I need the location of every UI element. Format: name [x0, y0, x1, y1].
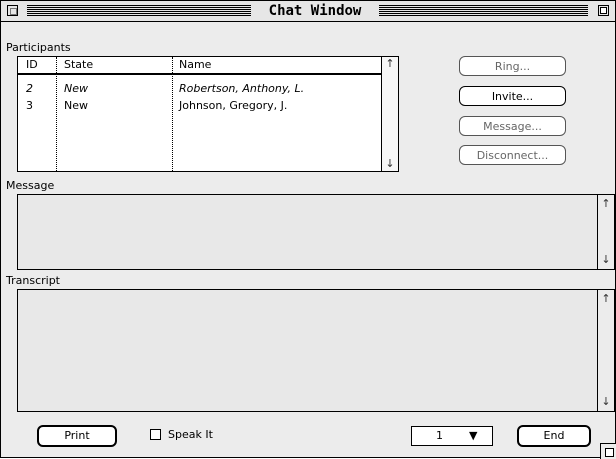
row-name[interactable]: Johnson, Gregory, J. [179, 99, 287, 113]
column-header-id[interactable]: ID [26, 58, 38, 72]
scroll-up-icon[interactable]: ↑ [599, 292, 613, 306]
disconnect-button[interactable]: Disconnect... [459, 145, 566, 165]
close-box-icon[interactable] [7, 5, 18, 16]
participants-label: Participants [6, 41, 71, 54]
column-divider [56, 57, 57, 171]
message-scrollbar[interactable]: ↑ ↓ [597, 195, 614, 269]
window-title: Chat Window [251, 2, 379, 20]
row-id[interactable]: 3 [26, 99, 33, 113]
column-header-name[interactable]: Name [179, 58, 211, 72]
column-header-state[interactable]: State [64, 58, 93, 72]
invite-button[interactable]: Invite... [459, 86, 566, 106]
transcript-area[interactable]: ↑ ↓ [17, 289, 615, 412]
ring-button[interactable]: Ring... [459, 56, 566, 76]
chat-window: Chat Window Participants ID State Name 2… [0, 0, 616, 459]
title-bar[interactable]: Chat Window [1, 1, 615, 22]
zoom-box-icon[interactable] [598, 5, 609, 16]
page-select-value: 1 [436, 429, 443, 442]
row-state[interactable]: New [64, 82, 88, 96]
transcript-label: Transcript [6, 274, 60, 287]
title-stripes-left [27, 5, 251, 16]
scroll-up-icon[interactable]: ↑ [599, 197, 613, 211]
column-divider [172, 57, 173, 171]
scroll-up-icon[interactable]: ↑ [383, 57, 397, 71]
message-input[interactable]: ↑ ↓ [17, 194, 615, 270]
row-state[interactable]: New [64, 99, 88, 113]
participants-table[interactable]: ID State Name 2 New Robertson, Anthony, … [17, 56, 399, 172]
message-button[interactable]: Message... [459, 116, 566, 136]
grow-box-icon[interactable] [600, 443, 616, 459]
transcript-scrollbar[interactable]: ↑ ↓ [597, 290, 614, 411]
page-select[interactable]: 1 ▼ [411, 426, 493, 446]
scroll-down-icon[interactable]: ↓ [599, 395, 613, 409]
end-button[interactable]: End [517, 425, 591, 447]
row-name[interactable]: Robertson, Anthony, L. [179, 82, 304, 96]
scroll-down-icon[interactable]: ↓ [599, 253, 613, 267]
row-id[interactable]: 2 [26, 82, 33, 96]
chevron-down-icon: ▼ [469, 429, 478, 442]
table-header: ID State Name [18, 57, 383, 75]
speak-it-label: Speak It [168, 428, 213, 441]
speak-it-checkbox[interactable] [150, 429, 161, 440]
print-button[interactable]: Print [37, 425, 117, 447]
title-stripes-right [379, 5, 588, 16]
participants-scrollbar[interactable]: ↑ ↓ [381, 57, 398, 171]
message-label: Message [6, 179, 55, 192]
scroll-down-icon[interactable]: ↓ [383, 157, 397, 171]
